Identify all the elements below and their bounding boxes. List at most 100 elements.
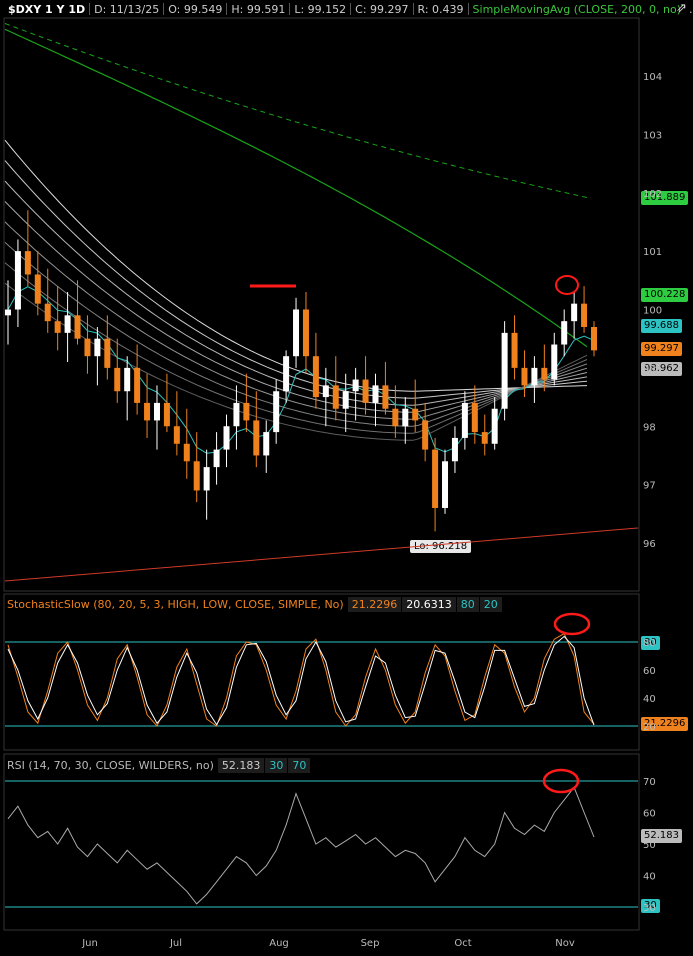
stoch-tick-label: 40: [643, 694, 656, 705]
candle-body: [193, 461, 200, 491]
price-tick-label: 98: [643, 422, 656, 433]
candle-body: [183, 443, 190, 462]
month-label: Nov: [555, 938, 575, 949]
candle-body: [531, 367, 538, 386]
candle-body: [541, 367, 548, 380]
candle-body: [263, 432, 270, 456]
candle-body: [451, 437, 458, 462]
candle-body: [432, 449, 439, 508]
price-tick-label: 102: [643, 189, 662, 200]
stoch-tick-label: 60: [643, 666, 656, 677]
candle-body: [44, 303, 51, 322]
rsi-line: [7, 786, 595, 905]
candle-body: [511, 332, 518, 368]
month-label: Sep: [361, 938, 380, 949]
candle-body: [352, 379, 359, 392]
candle-body: [471, 402, 478, 433]
candle-body: [253, 420, 260, 456]
candle-body: [293, 309, 300, 357]
stoch-tick-label: 20: [643, 722, 656, 733]
candle-body: [14, 251, 21, 310]
candle-body: [521, 367, 528, 386]
price-tick-label: 96: [643, 539, 656, 550]
candle-body: [442, 461, 449, 508]
rsi-axis: 70 60 50 40 30: [643, 777, 656, 914]
sma-dashed-line: [4, 23, 588, 198]
rsi-tick-label: 60: [643, 809, 656, 820]
candle-body: [24, 251, 31, 275]
price-tick-label: 101: [643, 247, 662, 258]
price-tick-label: 100: [643, 306, 662, 317]
candle-body: [104, 338, 111, 368]
candle-body: [342, 391, 349, 409]
candle-body: [322, 385, 329, 398]
candle-body: [74, 315, 81, 339]
candle-body: [591, 327, 597, 351]
candle-body: [551, 344, 558, 380]
chart-canvas[interactable]: 104 103 102 101 100 99 98 97 96 80 60 40 20 70 60 50 4…: [0, 0, 693, 956]
month-label: Oct: [454, 938, 471, 949]
price-circle-mark: [555, 275, 579, 295]
candle-body: [312, 356, 319, 398]
candle-body: [173, 426, 180, 444]
candle-body: [392, 408, 399, 427]
annotation-marks: [250, 275, 591, 794]
ribbon-line: [4, 180, 588, 406]
month-label: Aug: [269, 938, 289, 949]
candle-body: [491, 408, 498, 444]
candle-body: [34, 274, 41, 304]
candle-body: [581, 303, 588, 328]
stoch-d-line: [7, 635, 595, 726]
candle-body: [124, 367, 131, 392]
candle-body: [94, 338, 101, 357]
rsi-tick-label: 30: [643, 903, 656, 914]
time-axis: Jun Jul Aug Sep Oct Nov: [81, 938, 575, 949]
candle-body: [422, 420, 429, 450]
stoch-circle-mark: [553, 612, 591, 636]
month-label: Jul: [169, 938, 182, 949]
candle-body: [362, 379, 369, 403]
candle-body: [481, 432, 488, 444]
candle-body: [382, 385, 389, 409]
price-tick-label: 99: [643, 364, 656, 375]
candle-body: [501, 332, 508, 409]
price-axis: 104 103 102 101 100 99 98 97 96: [643, 72, 662, 550]
candle-body: [223, 426, 230, 450]
candle-body: [402, 408, 409, 427]
candle-body: [412, 408, 419, 421]
candle-body: [163, 402, 170, 427]
rsi-tick-label: 70: [643, 777, 656, 788]
candle-body: [84, 338, 91, 357]
candle-body: [372, 385, 379, 403]
candle-body: [461, 402, 468, 438]
candle-body: [332, 385, 339, 409]
candles: [5, 210, 597, 532]
candle-body: [243, 402, 250, 421]
stoch-axis: 80 60 40 20: [643, 638, 656, 733]
candle-body: [203, 467, 210, 491]
candle-body: [114, 367, 121, 392]
candle-body: [153, 402, 160, 421]
price-tick-label: 97: [643, 481, 656, 492]
candle-body: [233, 402, 240, 427]
price-tick-label: 104: [643, 72, 662, 83]
price-tick-label: 103: [643, 130, 662, 141]
candle-body: [5, 309, 11, 316]
ma-ribbon: [4, 139, 588, 441]
support-trendline: [4, 527, 639, 582]
candle-body: [571, 303, 578, 322]
candle-body: [273, 391, 280, 433]
candle-body: [64, 315, 71, 333]
rsi-line: [5, 780, 638, 908]
candle-body: [144, 402, 151, 421]
candle-body: [283, 356, 290, 392]
rsi-tick-label: 40: [643, 872, 656, 883]
price-panel[interactable]: [3, 17, 640, 592]
candle-body: [302, 309, 309, 357]
candle-body: [54, 321, 61, 333]
stochastic-lines: [5, 632, 638, 727]
candle-body: [561, 321, 568, 345]
rsi-tick-label: 50: [643, 840, 656, 851]
candle-body: [213, 449, 220, 468]
stoch-tick-label: 80: [643, 638, 656, 649]
